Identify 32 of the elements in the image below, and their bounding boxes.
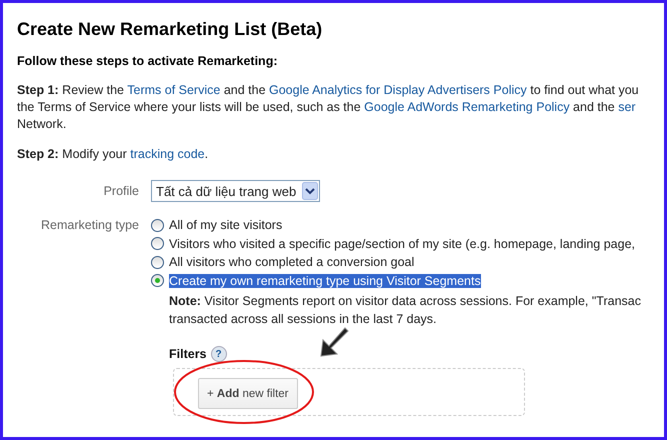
link[interactable]: Terms of Service bbox=[127, 83, 220, 97]
link[interactable]: tracking code bbox=[130, 147, 205, 161]
step-text: Step 1: Review the bbox=[17, 83, 125, 97]
filters-label: Filters bbox=[169, 347, 207, 361]
note-text: Note: Visitor Segments report on visitor data across sessions. For example, "Transac bbox=[169, 293, 641, 310]
step-text: Network. bbox=[17, 117, 66, 131]
radio-button[interactable] bbox=[151, 256, 164, 269]
option-label: All of my site visitors bbox=[169, 218, 282, 232]
step-text: and the bbox=[572, 100, 616, 114]
step-text: the Terms of Service where your lists will be used, such as the bbox=[17, 100, 362, 114]
radio-button[interactable] bbox=[151, 274, 164, 288]
help-icon[interactable]: ? bbox=[210, 346, 227, 362]
field-label: Remarketing type bbox=[40, 217, 140, 234]
step-text: to find out what you bbox=[529, 83, 639, 97]
link[interactable]: Google AdWords Remarketing Policy bbox=[364, 100, 570, 114]
profile-dropdown[interactable]: Tất cả dữ liệu trang web bbox=[151, 180, 320, 202]
note-text: transacted across all sessions in the last 7 days. bbox=[169, 311, 438, 328]
arrow-icon bbox=[319, 326, 349, 358]
field-label: Profile bbox=[102, 184, 140, 198]
step-text: and the bbox=[222, 83, 267, 97]
radio-button[interactable] bbox=[151, 218, 164, 232]
option-label: Visitors who visited a specific page/section of my site (e.g. homepage, landing page, bbox=[169, 236, 636, 251]
intro-text: Follow these steps to activate Remarketing: bbox=[17, 54, 278, 68]
radio-button[interactable] bbox=[151, 237, 164, 250]
page-title: Create New Remarketing List (Beta) bbox=[17, 19, 324, 40]
link[interactable]: Google Analytics for Display Advertisers Policy bbox=[269, 83, 527, 97]
step-text: Step 2: Modify your bbox=[17, 147, 128, 161]
add-filter-button[interactable]: + Add new filter bbox=[198, 378, 298, 409]
option-label: Create my own remarketing type using Visitor Segments bbox=[169, 274, 481, 288]
step-text: . bbox=[204, 147, 208, 161]
option-label: All visitors who completed a conversion goal bbox=[169, 255, 414, 270]
link[interactable]: ser bbox=[618, 100, 636, 114]
